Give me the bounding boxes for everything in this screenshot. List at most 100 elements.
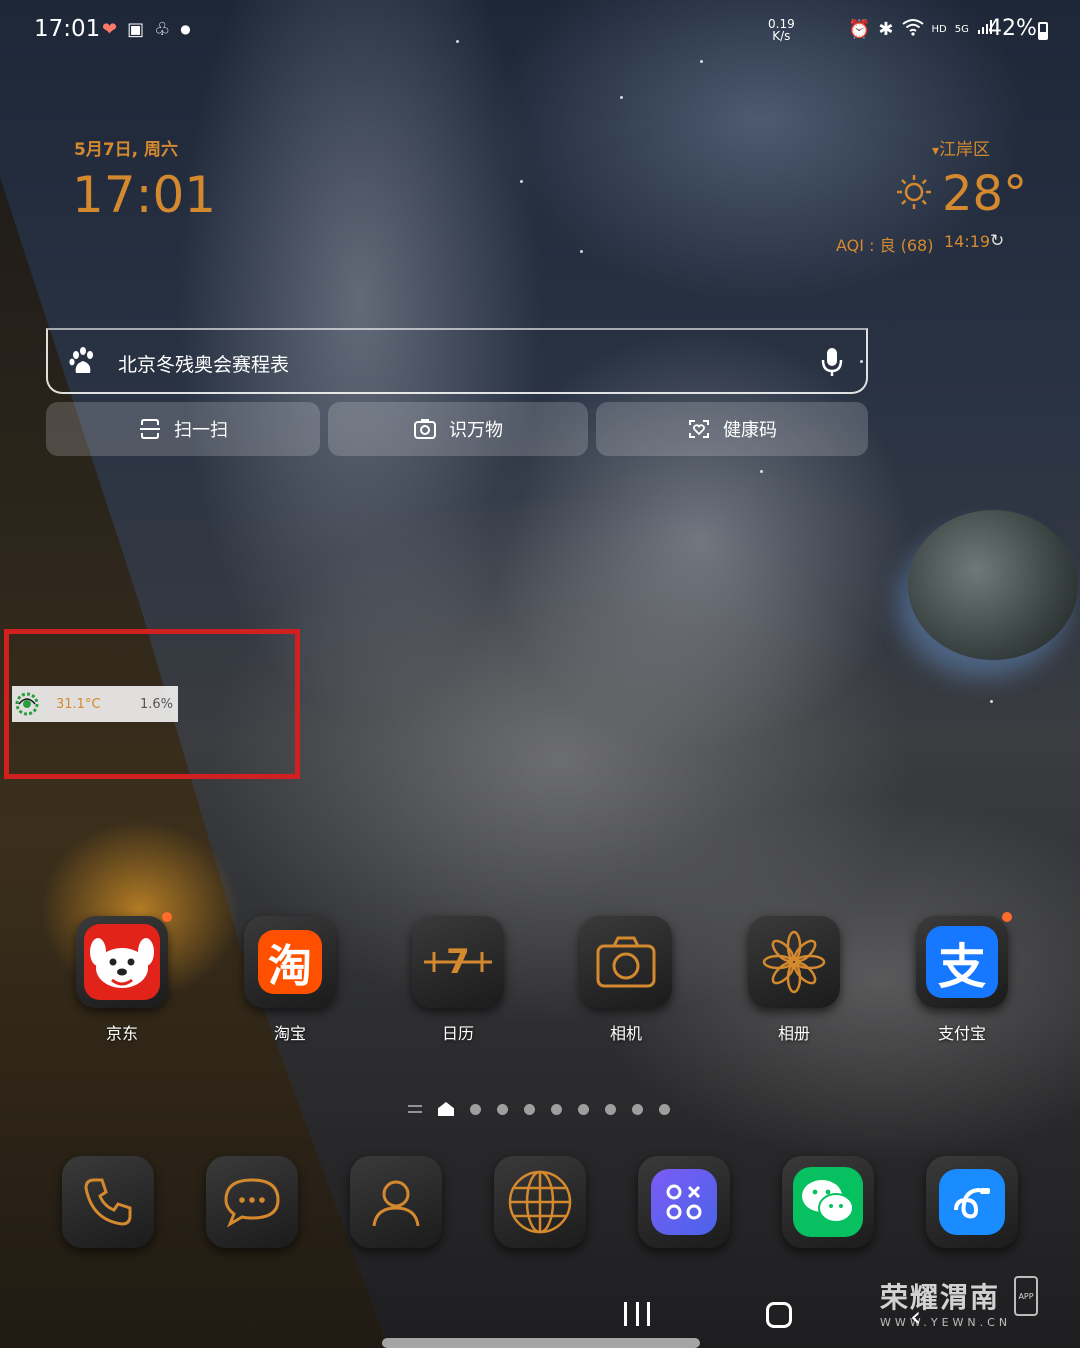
wallpaper-star — [520, 180, 523, 183]
page-indicator-dot[interactable] — [551, 1103, 562, 1115]
app-label: 支付宝 — [937, 1024, 986, 1043]
app-label: 日历 — [441, 1024, 474, 1043]
messages-icon — [224, 1178, 280, 1228]
status-right-icons: ⏰ ✱ HD 5G — [848, 18, 993, 41]
calendar-day: 7 — [446, 942, 470, 982]
home-indicator — [382, 1338, 700, 1348]
app-calendar[interactable]: 7 日历 — [398, 916, 518, 1044]
dock-browser[interactable] — [494, 1156, 586, 1248]
battery-percent: 42% — [988, 16, 1037, 41]
alarm-icon: ⏰ — [848, 19, 871, 40]
location-pin-icon: ▾ — [932, 143, 940, 159]
quick-action-label: 识万物 — [449, 420, 503, 441]
app-label: 相机 — [609, 1024, 642, 1043]
search-bar[interactable]: 北京冬残奥会赛程表 — [46, 328, 868, 394]
dock-samsung-flow[interactable] — [926, 1156, 1018, 1248]
dock-messages[interactable] — [206, 1156, 298, 1248]
quick-action-health-code[interactable]: 健康码 — [596, 402, 868, 456]
samsung-flow-icon — [939, 1169, 1005, 1235]
hd-icon: HD — [931, 24, 947, 35]
weather-location-text: 江岸区 — [939, 140, 991, 160]
page-indicator-feed[interactable] — [408, 1105, 422, 1113]
wallpaper-star — [760, 470, 763, 473]
wallpaper-star — [990, 700, 993, 703]
dock-game-launcher[interactable] — [638, 1156, 730, 1248]
weather-location: ▾江岸区 — [932, 135, 990, 160]
app-jd[interactable]: 京东 — [62, 912, 182, 1044]
gallery-icon: ▣ — [127, 19, 145, 40]
battery-icon — [1038, 22, 1048, 40]
app-label: 京东 — [105, 1024, 138, 1043]
gallery-flower-icon — [748, 916, 840, 1008]
watermark: 荣耀渭南 WWW.YEWN.CN APP — [880, 1276, 1038, 1329]
wifi-icon — [901, 18, 924, 41]
page-indicator-dot[interactable] — [632, 1103, 643, 1115]
notification-badge — [1002, 912, 1012, 922]
baidu-paw-icon — [69, 347, 93, 373]
camera-icon — [580, 916, 672, 1008]
alipay-glyph: 支 — [937, 939, 986, 995]
highlight-box — [4, 629, 300, 779]
health-code-icon — [689, 420, 709, 438]
app-camera[interactable]: 相机 — [566, 916, 686, 1044]
refresh-icon[interactable]: ↻ — [990, 231, 1004, 251]
weather-aqi: AQI : 良 (68) — [836, 236, 934, 255]
dock-phone[interactable] — [62, 1156, 154, 1248]
dock-wechat[interactable] — [782, 1156, 874, 1248]
game-launcher-icon — [651, 1169, 717, 1235]
wallpaper-star — [620, 96, 623, 99]
page-indicator-dot[interactable] — [524, 1103, 535, 1115]
watermark-app-badge: APP — [1014, 1276, 1038, 1316]
taobao-glyph: 淘 — [268, 941, 312, 992]
clock-date: 5月7日, 周六 — [74, 140, 179, 160]
watermark-subtitle: WWW.YEWN.CN — [880, 1316, 1012, 1329]
dot-icon: ● — [180, 22, 191, 36]
browser-globe-icon — [508, 1170, 572, 1234]
jd-icon — [76, 912, 172, 1008]
camera-lens-icon — [414, 419, 436, 439]
sun-icon — [897, 175, 931, 209]
dock-contacts[interactable] — [350, 1156, 442, 1248]
app-alipay[interactable]: 支 支付宝 — [902, 912, 1022, 1044]
page-indicator[interactable] — [408, 1102, 670, 1116]
phone-icon — [84, 1178, 132, 1226]
scan-icon — [140, 419, 160, 439]
notification-badge — [162, 912, 172, 922]
taobao-tile: 淘 — [258, 930, 322, 994]
app-label: 相册 — [777, 1024, 810, 1043]
page-indicator-dot[interactable] — [578, 1103, 589, 1115]
status-time: 17:01 — [34, 16, 101, 42]
5g-signal-icon: 5G — [954, 24, 969, 35]
quick-action-recognize[interactable]: 识万物 — [328, 402, 588, 456]
quick-action-scan[interactable]: 扫一扫 — [46, 402, 320, 456]
app-taobao[interactable]: 淘 淘宝 — [230, 916, 350, 1044]
page-indicator-home-icon[interactable] — [438, 1102, 454, 1116]
recents-bar — [647, 1302, 650, 1326]
page-indicator-dot[interactable] — [659, 1103, 670, 1115]
calendar-icon: 7 — [412, 916, 504, 1008]
camera-outline-icon — [596, 936, 656, 988]
taobao-icon: 淘 — [244, 916, 336, 1008]
weather-updated-time: 14:19 — [944, 232, 991, 251]
status-left-icons: ❤ ▣ ♧ ● — [102, 19, 191, 40]
clock-time: 17:01 — [72, 166, 217, 224]
recents-bar — [635, 1302, 639, 1326]
wallpaper-star — [700, 60, 703, 63]
microphone-icon[interactable] — [820, 346, 844, 378]
page-indicator-dot[interactable] — [497, 1103, 508, 1115]
home-button[interactable] — [766, 1302, 792, 1328]
game-symbols-icon — [666, 1184, 702, 1220]
wallpaper-star — [580, 250, 583, 253]
net-speed: 0.19 K/s — [768, 18, 795, 42]
jd-dog-icon — [84, 924, 160, 1000]
page-indicator-dot[interactable] — [605, 1103, 616, 1115]
accessibility-icon: ♧ — [154, 19, 171, 40]
app-gallery[interactable]: 相册 — [734, 916, 854, 1044]
quick-action-label: 扫一扫 — [174, 420, 228, 441]
watermark-title: 荣耀渭南 — [880, 1281, 1001, 1314]
status-bar: 17:01 ❤ ▣ ♧ ● 0.19 K/s ⏰ ✱ HD 5G 42% — [0, 0, 1080, 60]
quick-action-label: 健康码 — [723, 420, 777, 441]
page-indicator-dot[interactable] — [470, 1103, 481, 1115]
recents-bar — [624, 1302, 627, 1326]
recents-button[interactable] — [624, 1302, 650, 1328]
